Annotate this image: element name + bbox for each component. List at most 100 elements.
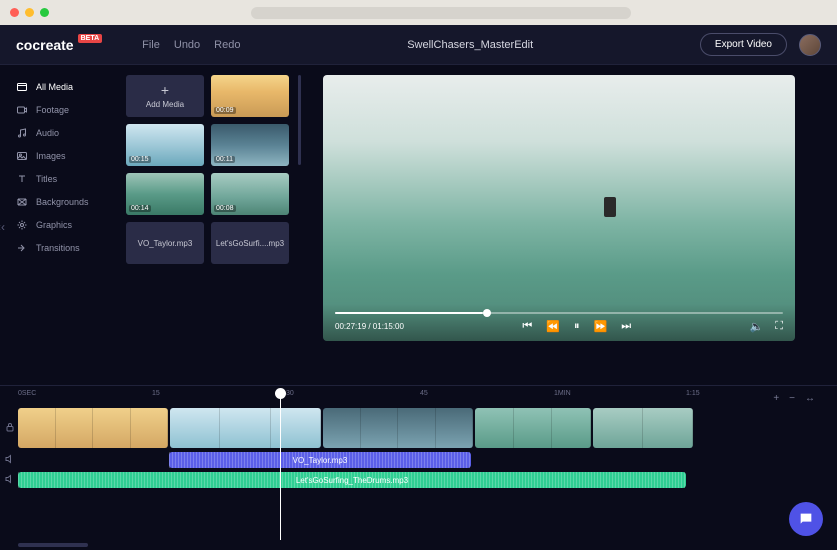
media-sidebar: ‹‹ All Media Footage Audio Images <box>0 65 120 385</box>
timeline-tools: + − ↔ <box>773 393 815 404</box>
sidebar-item-label: Backgrounds <box>36 197 89 207</box>
url-bar[interactable] <box>251 7 631 19</box>
audio-track-music[interactable]: Let'sGoSurfing_TheDrums.mp3 <box>18 472 827 488</box>
sidebar-item-audio[interactable]: Audio <box>10 123 120 143</box>
zoom-in-icon[interactable]: + <box>773 393 779 404</box>
sidebar-item-label: All Media <box>36 82 73 92</box>
waveform <box>18 472 686 488</box>
clip-duration: 00:09 <box>214 107 236 114</box>
sidebar-item-label: Footage <box>36 105 69 115</box>
fullscreen-icon[interactable]: ⛶ <box>775 320 783 333</box>
menu-redo[interactable]: Redo <box>214 39 240 51</box>
backgrounds-icon <box>16 196 28 208</box>
url-bar-area <box>55 7 827 19</box>
clip-duration: 00:14 <box>129 205 151 212</box>
preview-area: 00:27:19 / 01:15:00 ⏮ ⏪ ⏸ ⏩ ⏭ 🔈 ⛶ <box>295 65 837 385</box>
timeline-clip-4[interactable] <box>475 408 591 448</box>
ruler-tick: 0SEC <box>18 390 36 397</box>
media-icon <box>16 81 28 93</box>
beta-badge: BETA <box>78 34 103 43</box>
graphics-icon <box>16 219 28 231</box>
transitions-icon <box>16 242 28 254</box>
lock-icon[interactable] <box>4 421 16 435</box>
preview-subject <box>604 197 616 217</box>
window-close-dot[interactable] <box>10 8 19 17</box>
forward-icon[interactable]: ⏩ <box>594 320 608 333</box>
app-logo[interactable]: cocreate BETA <box>16 37 102 53</box>
titles-icon <box>16 173 28 185</box>
menu-undo[interactable]: Undo <box>174 39 200 51</box>
timeline-clip-2[interactable] <box>170 408 321 448</box>
sidebar-item-backgrounds[interactable]: Backgrounds <box>10 192 120 212</box>
preview-controls: 00:27:19 / 01:15:00 ⏮ ⏪ ⏸ ⏩ ⏭ 🔈 ⛶ <box>323 304 795 341</box>
media-clip-1[interactable]: 00:09 <box>211 75 289 117</box>
scrubber-knob[interactable] <box>483 309 491 317</box>
timeline-audio-music[interactable]: Let'sGoSurfing_TheDrums.mp3 <box>18 472 686 488</box>
audio-track-vo[interactable]: VO_Taylor.mp3 <box>18 452 827 468</box>
sidebar-item-images[interactable]: Images <box>10 146 120 166</box>
add-media-label: Add Media <box>146 100 184 109</box>
images-icon <box>16 150 28 162</box>
sidebar-item-graphics[interactable]: Graphics <box>10 215 120 235</box>
sidebar-item-label: Graphics <box>36 220 72 230</box>
app-header: cocreate BETA File Undo Redo SwellChaser… <box>0 25 837 65</box>
ruler-tick: 1:15 <box>686 390 700 397</box>
skip-start-icon[interactable]: ⏮ <box>522 320 532 333</box>
sidebar-item-label: Images <box>36 151 66 161</box>
media-audio-label: Let'sGoSurfi....mp3 <box>216 239 284 248</box>
media-audio-2[interactable]: Let'sGoSurfi....mp3 <box>211 222 289 264</box>
sidebar-item-titles[interactable]: Titles <box>10 169 120 189</box>
ruler-tick: 1MIN <box>554 390 571 397</box>
video-track[interactable] <box>18 408 827 448</box>
media-grid: + Add Media 00:09 00:15 00:11 00:14 00:0… <box>120 65 295 385</box>
media-audio-1[interactable]: VO_Taylor.mp3 <box>126 222 204 264</box>
zoom-fit-icon[interactable]: ↔ <box>805 393 815 404</box>
waveform <box>169 452 471 468</box>
add-media-button[interactable]: + Add Media <box>126 75 204 117</box>
sidebar-item-transitions[interactable]: Transitions <box>10 238 120 258</box>
pause-icon[interactable]: ⏸ <box>574 320 580 333</box>
zoom-out-icon[interactable]: − <box>789 393 795 404</box>
media-clip-3[interactable]: 00:11 <box>211 124 289 166</box>
timeline-audio-vo[interactable]: VO_Taylor.mp3 <box>169 452 471 468</box>
timeline-clip-1[interactable] <box>18 408 168 448</box>
timeline-rows: VO_Taylor.mp3 Let'sGoSurfing_TheDrums.mp… <box>18 408 827 488</box>
window-chrome <box>0 0 837 25</box>
ruler-tick: 15 <box>152 390 160 397</box>
sidebar-item-label: Transitions <box>36 243 80 253</box>
footage-icon <box>16 104 28 116</box>
help-chat-button[interactable] <box>789 502 823 536</box>
menu-file[interactable]: File <box>142 39 160 51</box>
volume-icon[interactable]: 🔈 <box>750 320 764 333</box>
sidebar-item-label: Audio <box>36 128 59 138</box>
audio-icon <box>16 127 28 139</box>
timeline-ruler[interactable]: 0SEC 15 30 45 1MIN 1:15 + − ↔ ↖ <box>18 390 827 404</box>
preview-scrubber[interactable] <box>335 312 783 314</box>
timeline-horizontal-scrollbar[interactable] <box>18 543 88 547</box>
sidebar-item-all-media[interactable]: All Media <box>10 77 120 97</box>
timeline-playhead[interactable] <box>280 390 281 540</box>
clip-duration: 00:08 <box>214 205 236 212</box>
user-avatar[interactable] <box>799 34 821 56</box>
media-clip-5[interactable]: 00:08 <box>211 173 289 215</box>
video-preview[interactable]: 00:27:19 / 01:15:00 ⏮ ⏪ ⏸ ⏩ ⏭ 🔈 ⛶ <box>323 75 795 341</box>
timeline: 0SEC 15 30 45 1MIN 1:15 + − ↔ ↖ <box>0 385 837 549</box>
timeline-clip-5[interactable] <box>593 408 693 448</box>
chat-icon <box>798 511 814 527</box>
speaker-icon[interactable] <box>4 473 16 487</box>
export-video-button[interactable]: Export Video <box>700 33 787 56</box>
skip-end-icon[interactable]: ⏭ <box>621 320 631 333</box>
rewind-icon[interactable]: ⏪ <box>546 320 560 333</box>
logo-text: cocreate <box>16 37 74 53</box>
timeline-clip-3[interactable] <box>323 408 473 448</box>
main-menu: File Undo Redo <box>142 39 240 51</box>
sidebar-item-footage[interactable]: Footage <box>10 100 120 120</box>
speaker-icon[interactable] <box>4 453 16 467</box>
project-title: SwellChasers_MasterEdit <box>240 39 699 51</box>
window-minimize-dot[interactable] <box>25 8 34 17</box>
media-clip-4[interactable]: 00:14 <box>126 173 204 215</box>
sidebar-collapse-button[interactable]: ‹‹ <box>0 220 5 234</box>
window-zoom-dot[interactable] <box>40 8 49 17</box>
plus-icon: + <box>161 83 169 97</box>
media-clip-2[interactable]: 00:15 <box>126 124 204 166</box>
